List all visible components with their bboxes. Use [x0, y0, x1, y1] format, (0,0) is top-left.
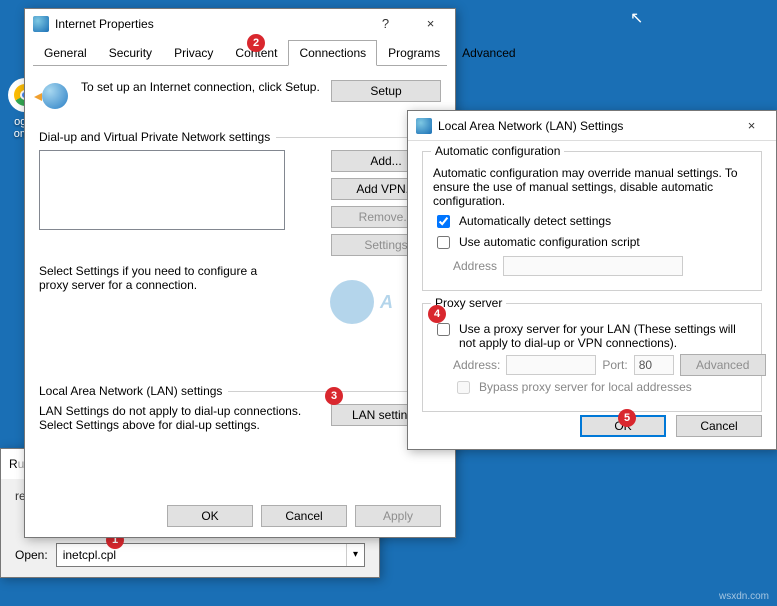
proxy-port-label: Port: [602, 358, 627, 372]
auto-config-group-label: Automatic configuration [431, 144, 564, 158]
window-title: Local Area Network (LAN) Settings [438, 119, 623, 133]
titlebar[interactable]: Internet Properties ? × [25, 9, 455, 39]
internet-properties-window: Internet Properties ? × General Security… [24, 8, 456, 538]
annotation-marker-5: 5 [618, 409, 636, 427]
bypass-local-checkbox[interactable]: Bypass proxy server for local addresses [453, 380, 751, 397]
run-open-label: Open: [15, 548, 48, 562]
proxy-note: Select Settings if you need to configure… [39, 264, 285, 292]
annotation-marker-4: 4 [428, 305, 446, 323]
run-open-input[interactable] [57, 544, 346, 566]
tab-privacy[interactable]: Privacy [163, 40, 224, 66]
tab-programs[interactable]: Programs [377, 40, 451, 66]
auto-script-checkbox[interactable]: Use automatic configuration script [433, 235, 751, 252]
internet-options-icon [416, 118, 432, 134]
run-title-fragment: Ru [9, 457, 24, 471]
proxy-address-label: Address: [453, 358, 500, 372]
setup-text: To set up an Internet connection, click … [81, 80, 321, 94]
chevron-down-icon[interactable]: ▾ [346, 544, 364, 566]
auto-detect-checkbox[interactable]: Automatically detect settings [433, 214, 751, 231]
annotation-marker-3: 3 [325, 387, 343, 405]
globe-icon [39, 80, 71, 112]
tab-connections[interactable]: Connections [288, 40, 377, 66]
lan-group-label: Local Area Network (LAN) settings [39, 384, 222, 398]
close-button[interactable]: × [408, 10, 453, 38]
tab-advanced[interactable]: Advanced [451, 40, 526, 66]
script-address-input [503, 256, 683, 276]
lan-note: LAN Settings do not apply to dial-up con… [39, 404, 323, 432]
cancel-button[interactable]: Cancel [261, 505, 347, 527]
address-label: Address [453, 259, 497, 273]
cursor-icon: ↖ [630, 8, 643, 28]
use-proxy-checkbox[interactable]: Use a proxy server for your LAN (These s… [433, 322, 751, 350]
window-title: Internet Properties [55, 17, 154, 31]
ok-button[interactable]: OK [167, 505, 253, 527]
proxy-advanced-button[interactable]: Advanced [680, 354, 766, 376]
internet-options-icon [33, 16, 49, 32]
setup-button[interactable]: Setup [331, 80, 441, 102]
help-button[interactable]: ? [363, 10, 408, 38]
auto-config-text: Automatic configuration may override man… [433, 166, 751, 208]
lan-cancel-button[interactable]: Cancel [676, 415, 762, 437]
tab-general[interactable]: General [33, 40, 98, 66]
run-open-combobox[interactable]: ▾ [56, 543, 365, 567]
titlebar[interactable]: Local Area Network (LAN) Settings × [408, 111, 776, 141]
apply-button[interactable]: Apply [355, 505, 441, 527]
tab-security[interactable]: Security [98, 40, 163, 66]
credit-text: wsxdn.com [719, 591, 769, 602]
lan-settings-window: Local Area Network (LAN) Settings × Auto… [407, 110, 777, 450]
dialup-group-label: Dial-up and Virtual Private Network sett… [39, 130, 270, 144]
proxy-address-input [506, 355, 596, 375]
proxy-port-input [634, 355, 674, 375]
close-button[interactable]: × [729, 112, 774, 140]
dialup-listbox[interactable] [39, 150, 285, 230]
annotation-marker-2: 2 [247, 34, 265, 52]
